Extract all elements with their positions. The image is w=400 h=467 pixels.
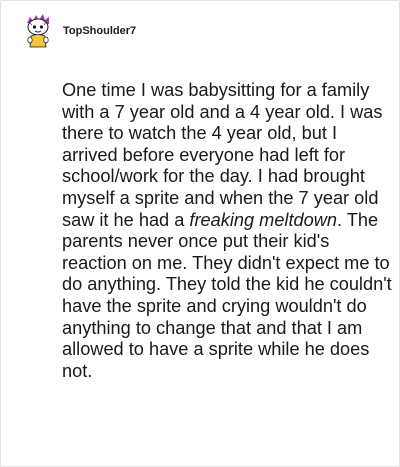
username[interactable]: TopShoulder7	[63, 25, 136, 37]
comment-text-before: One time I was babysitting for a family …	[62, 80, 383, 230]
comment-emphasis: freaking meltdown	[189, 209, 338, 230]
avatar[interactable]	[22, 13, 54, 49]
reddit-snoo-avatar-icon	[27, 14, 49, 48]
comment-paragraph: One time I was babysitting for a family …	[62, 80, 392, 382]
comment-header: TopShoulder7	[22, 13, 136, 49]
comment-text: One time I was babysitting for a family …	[62, 80, 392, 382]
comment-text-after: . The parents never once put their kid's…	[62, 209, 392, 381]
comment-card: TopShoulder7 One time I was babysitting …	[0, 0, 400, 467]
